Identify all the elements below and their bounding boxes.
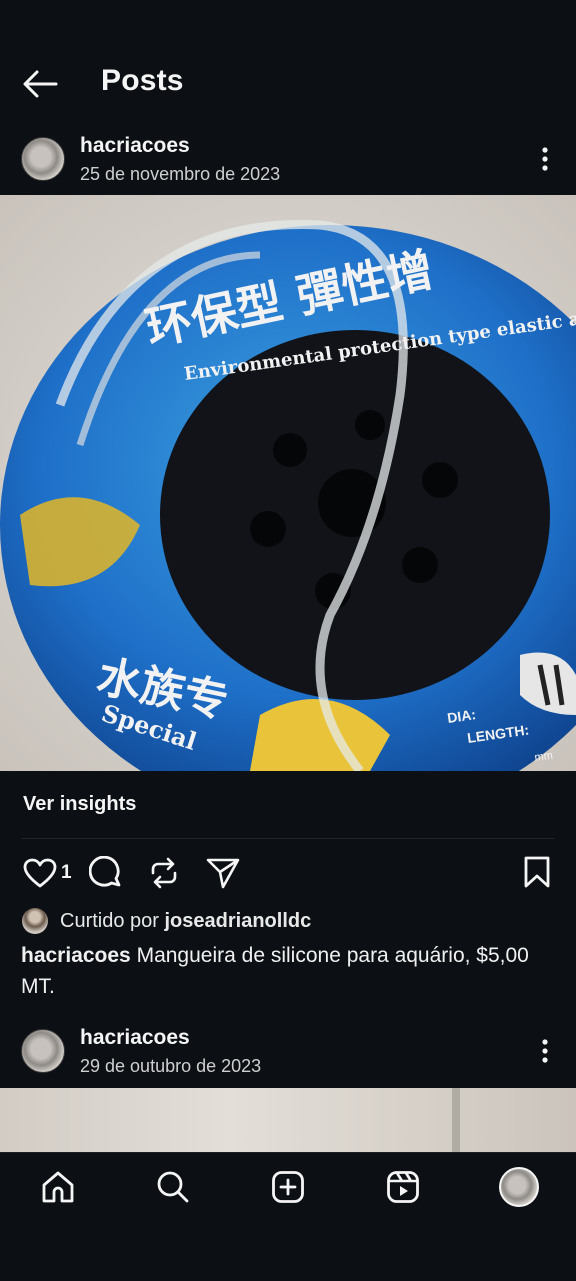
nav-search[interactable] xyxy=(143,1163,203,1211)
home-icon xyxy=(42,1171,74,1203)
nav-reels[interactable] xyxy=(373,1163,433,1211)
post-image[interactable] xyxy=(0,1088,576,1152)
heart-icon xyxy=(23,858,57,888)
nav-home[interactable] xyxy=(28,1163,88,1211)
insights-link[interactable]: Ver insights xyxy=(23,793,136,816)
repost-button[interactable] xyxy=(144,855,184,891)
post-username[interactable]: hacriacoes xyxy=(80,134,190,158)
profile-avatar xyxy=(499,1167,539,1207)
like-button[interactable] xyxy=(20,856,60,890)
save-button[interactable] xyxy=(518,853,556,891)
top-bar xyxy=(0,0,576,130)
repost-icon xyxy=(151,857,177,889)
post-photo xyxy=(452,1088,460,1152)
post-date: 29 de outubro de 2023 xyxy=(80,1056,262,1076)
more-vertical-icon xyxy=(542,1039,548,1063)
liked-by-user[interactable]: joseadrianolldc xyxy=(165,910,312,933)
liked-by-prefix: Curtido por xyxy=(60,909,165,932)
nav-create[interactable] xyxy=(258,1163,318,1211)
post-date: 25 de novembro de 2023 xyxy=(80,164,281,184)
page-title: Posts xyxy=(101,64,184,97)
reels-icon xyxy=(387,1171,419,1203)
arrow-left-icon xyxy=(23,70,58,98)
post-caption: hacriacoes Mangueira de silicone para aq… xyxy=(21,940,551,1002)
comment-button[interactable] xyxy=(86,855,126,891)
post-header: hacriacoes 29 de outubro de 2023 xyxy=(0,1024,576,1086)
post-header: hacriacoes 25 de novembro de 2023 xyxy=(0,131,576,193)
package-mm-label: mm xyxy=(534,750,554,764)
avatar[interactable] xyxy=(21,1029,65,1073)
bottom-nav xyxy=(0,1152,576,1281)
create-icon xyxy=(272,1171,304,1203)
search-icon xyxy=(157,1171,189,1203)
more-vertical-icon xyxy=(542,147,548,171)
more-options-button[interactable] xyxy=(530,141,560,177)
divider xyxy=(22,838,554,839)
like-count[interactable]: 1 xyxy=(61,862,72,884)
post-photo: 环保型 彈性增 Environmental protection type el… xyxy=(0,195,576,771)
more-options-button[interactable] xyxy=(530,1033,560,1069)
caption-username[interactable]: hacriacoes xyxy=(21,944,131,967)
back-button[interactable] xyxy=(20,62,60,106)
share-icon xyxy=(206,858,240,889)
post-image[interactable]: 环保型 彈性增 Environmental protection type el… xyxy=(0,195,576,771)
liker-avatar[interactable] xyxy=(22,908,48,934)
avatar[interactable] xyxy=(21,137,65,181)
liked-by-row[interactable]: Curtido por joseadrianolldc xyxy=(22,906,311,936)
bookmark-icon xyxy=(524,856,550,888)
nav-profile[interactable] xyxy=(489,1163,549,1211)
post-username[interactable]: hacriacoes xyxy=(80,1026,190,1050)
comment-icon xyxy=(89,856,121,887)
share-button[interactable] xyxy=(203,855,243,891)
